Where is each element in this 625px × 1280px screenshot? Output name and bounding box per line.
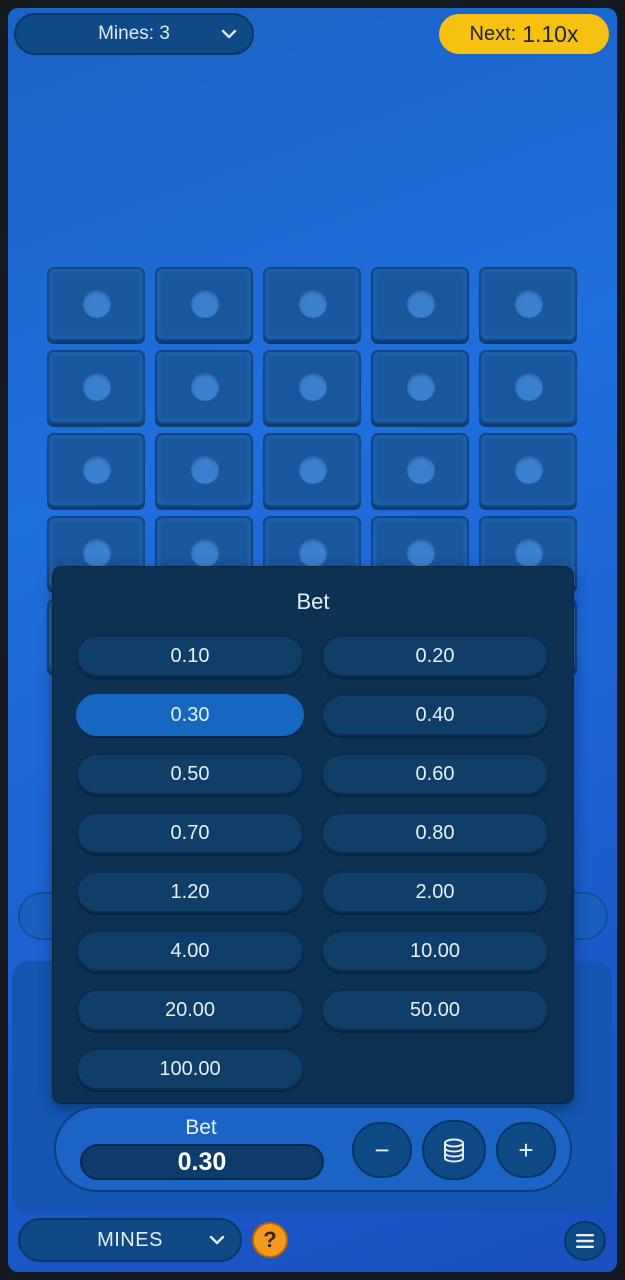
next-label: Next: (469, 22, 517, 45)
tile-dot-icon (83, 290, 111, 318)
bet-option-button[interactable]: 0.20 (321, 635, 549, 677)
mine-tile[interactable] (371, 350, 469, 424)
mine-tile[interactable] (47, 350, 145, 424)
mine-tile[interactable] (479, 350, 577, 424)
tile-dot-icon (191, 539, 219, 567)
minus-icon: − (374, 1134, 390, 1165)
tile-dot-icon (299, 539, 327, 567)
tile-dot-icon (407, 456, 435, 484)
bet-option-button[interactable]: 0.70 (76, 812, 304, 854)
modal-title: Bet (296, 589, 330, 614)
bet-option-button[interactable]: 10.00 (321, 930, 549, 972)
bet-selection-modal: Bet 0.10 0.20 0.30 0.40 0.50 0.60 0.70 0.80 1.20… (52, 566, 574, 1104)
increase-bet-button[interactable]: + (496, 1122, 556, 1178)
bet-option-button[interactable]: 2.00 (321, 871, 549, 913)
tile-dot-icon (407, 373, 435, 401)
plus-icon: + (518, 1134, 534, 1165)
tile-dot-icon (83, 456, 111, 484)
tile-dot-icon (83, 373, 111, 401)
mine-tile[interactable] (155, 350, 253, 424)
mine-tile[interactable] (263, 350, 361, 424)
tile-dot-icon (83, 539, 111, 567)
mines-count-label: Mines: 3 (98, 23, 170, 44)
tile-dot-icon (299, 456, 327, 484)
bet-option-button[interactable]: 0.40 (321, 694, 549, 736)
bet-label: Bet (185, 1116, 217, 1139)
mine-tile[interactable] (371, 267, 469, 341)
game-select[interactable]: MINES (18, 1218, 242, 1262)
mine-tile[interactable] (263, 267, 361, 341)
hamburger-icon (576, 1234, 594, 1248)
tile-dot-icon (515, 290, 543, 318)
bet-option-button[interactable]: 0.10 (76, 635, 304, 677)
tile-dot-icon (515, 373, 543, 401)
mines-count-select[interactable]: Mines: 3 (14, 13, 254, 55)
tile-dot-icon (299, 373, 327, 401)
bet-option-button[interactable]: 0.80 (321, 812, 549, 854)
bet-option-button[interactable]: 50.00 (321, 989, 549, 1031)
bet-option-button[interactable]: 0.30 (76, 694, 304, 736)
next-multiplier-badge: Next: 1.10x (439, 14, 609, 54)
mine-tile[interactable] (47, 267, 145, 341)
bet-option-button[interactable]: 0.60 (321, 753, 549, 795)
menu-button[interactable] (564, 1221, 606, 1261)
question-mark-icon: ? (263, 1227, 277, 1252)
bet-option-button[interactable]: 100.00 (76, 1048, 304, 1090)
mine-tile[interactable] (155, 267, 253, 341)
tile-dot-icon (191, 373, 219, 401)
tile-dot-icon (515, 539, 543, 567)
mine-tile[interactable] (479, 267, 577, 341)
bet-option-button[interactable]: 20.00 (76, 989, 304, 1031)
chevron-down-icon (209, 1235, 225, 1245)
bet-option-button[interactable]: 0.50 (76, 753, 304, 795)
bet-option-button[interactable]: 4.00 (76, 930, 304, 972)
tile-dot-icon (299, 290, 327, 318)
mine-tile[interactable] (479, 433, 577, 507)
bet-bar: Bet 0.30 − + (54, 1106, 572, 1192)
tile-dot-icon (191, 456, 219, 484)
tile-dot-icon (191, 290, 219, 318)
bet-option-button[interactable]: 1.20 (76, 871, 304, 913)
bet-amount-display[interactable]: 0.30 (80, 1144, 324, 1180)
help-button[interactable]: ? (252, 1222, 288, 1258)
coins-stack-icon (444, 1138, 464, 1163)
next-multiplier-value: 1.10x (522, 20, 579, 47)
bet-options-button[interactable] (422, 1120, 486, 1180)
tile-dot-icon (407, 539, 435, 567)
top-bar: Mines: 3 Next: 1.10x (8, 8, 617, 62)
tile-dot-icon (515, 456, 543, 484)
mine-tile[interactable] (263, 433, 361, 507)
mine-tile[interactable] (371, 433, 469, 507)
mine-tile[interactable] (155, 433, 253, 507)
game-app: Mines: 3 Next: 1.10x Bet 0.10 0.20 0.30 0.4… (8, 8, 617, 1272)
game-select-label: MINES (97, 1228, 163, 1251)
mine-tile[interactable] (47, 433, 145, 507)
tile-dot-icon (407, 290, 435, 318)
chevron-down-icon (221, 29, 237, 39)
decrease-bet-button[interactable]: − (352, 1122, 412, 1178)
